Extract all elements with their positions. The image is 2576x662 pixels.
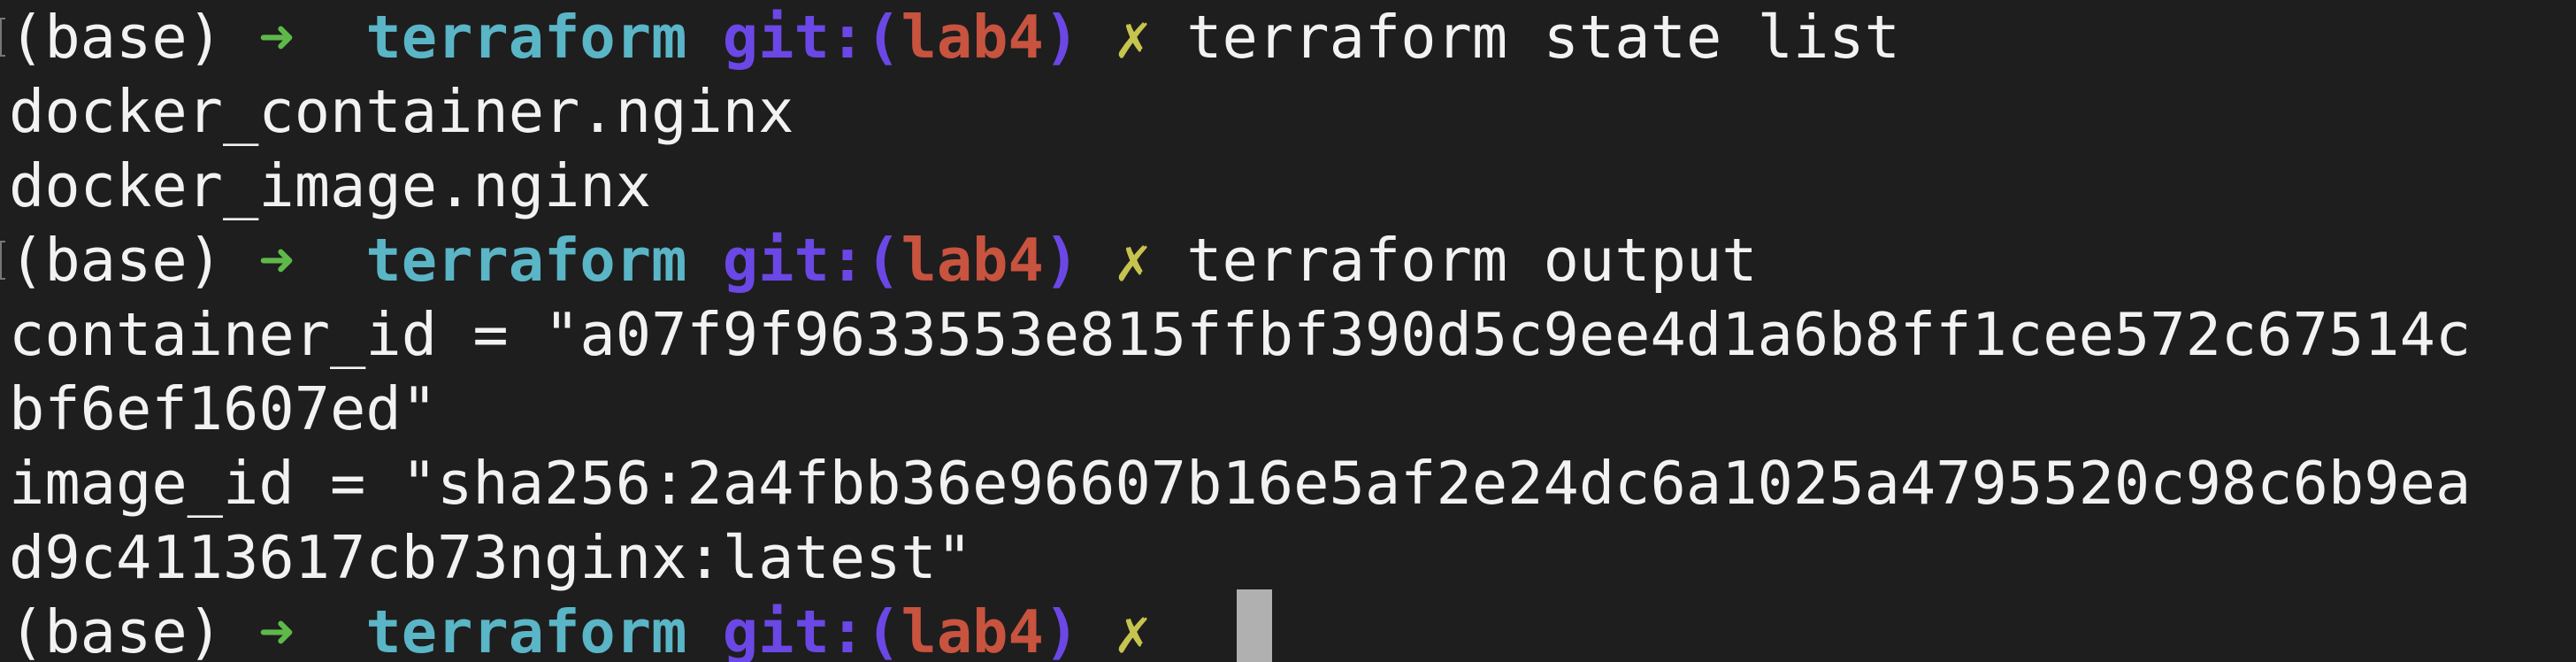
line-marker-icon — [0, 241, 5, 280]
output-text: container_id = "a07f9f9633553e815ffbf390… — [9, 300, 2472, 369]
git-branch: lab4 — [901, 226, 1044, 295]
git-prefix: git:( — [722, 226, 901, 295]
output-text: image_id = "sha256:2a4fbb36e96607b16e5af… — [9, 449, 2472, 518]
terminal-window[interactable]: (base) ➜ terraform git:(lab4) ✗ terrafor… — [0, 0, 2576, 662]
output-text: docker_container.nginx — [9, 77, 794, 146]
arrow-icon: ➜ — [258, 3, 295, 72]
prompt-line: (base) ➜ terraform git:(lab4) ✗ — [9, 595, 1186, 662]
output-text: docker_image.nginx — [9, 151, 652, 220]
current-directory: terraform — [365, 3, 687, 72]
git-suffix: ) — [1043, 597, 1080, 662]
git-suffix: ) — [1043, 226, 1080, 295]
output-line: docker_image.nginx — [9, 149, 651, 223]
command-text: terraform output — [1186, 226, 1758, 295]
dirty-icon: ✗ — [1115, 226, 1151, 295]
conda-env: (base) — [9, 3, 224, 72]
prompt-line: (base) ➜ terraform git:(lab4) ✗ terrafor… — [9, 223, 1758, 297]
git-prefix: git:( — [722, 597, 901, 662]
line-marker-icon — [0, 18, 5, 57]
output-line: docker_container.nginx — [9, 74, 794, 149]
git-prefix: git:( — [722, 3, 901, 72]
arrow-icon: ➜ — [258, 226, 295, 295]
output-line: container_id = "a07f9f9633553e815ffbf390… — [9, 297, 2471, 372]
text-cursor — [1237, 589, 1272, 662]
output-line: d9c4113617cb73nginx:latest" — [9, 520, 972, 595]
dirty-icon: ✗ — [1115, 597, 1151, 662]
current-directory: terraform — [365, 226, 687, 295]
git-branch: lab4 — [901, 3, 1044, 72]
conda-env: (base) — [9, 226, 224, 295]
git-branch: lab4 — [901, 597, 1044, 662]
dirty-icon: ✗ — [1115, 3, 1151, 72]
output-text: bf6ef1607ed" — [9, 374, 438, 443]
output-line: image_id = "sha256:2a4fbb36e96607b16e5af… — [9, 446, 2471, 520]
output-line: bf6ef1607ed" — [9, 372, 437, 446]
command-text: terraform state list — [1186, 3, 1900, 72]
output-text: d9c4113617cb73nginx:latest" — [9, 523, 973, 592]
prompt-line: (base) ➜ terraform git:(lab4) ✗ terrafor… — [9, 0, 1900, 74]
git-suffix: ) — [1043, 3, 1080, 72]
conda-env: (base) — [9, 597, 224, 662]
arrow-icon: ➜ — [258, 597, 295, 662]
current-directory: terraform — [365, 597, 687, 662]
